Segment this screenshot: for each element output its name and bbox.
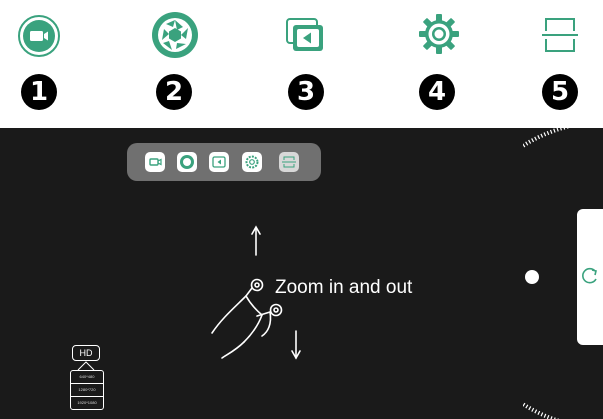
legend-item-2: 2 — [150, 10, 200, 110]
rotate-camera-icon[interactable] — [577, 262, 603, 292]
settings-gear-icon — [419, 14, 459, 54]
legend-number-1: 1 — [21, 74, 57, 110]
legend-number-3: 3 — [288, 74, 324, 110]
crop-frame-icon — [542, 18, 578, 52]
legend-item-1: 1 — [17, 10, 67, 110]
legend-item-5: 5 — [540, 10, 590, 110]
camera-screen: Zoom in and out HD 640*480 1280*720 1920… — [0, 128, 603, 419]
legend-row: 1 2 3 4 5 — [0, 0, 603, 126]
resolution-option[interactable]: 1280*720 — [71, 383, 103, 396]
legend-number-5: 5 — [542, 74, 578, 110]
resolution-option[interactable]: 640*480 — [71, 371, 103, 383]
legend-number-2: 2 — [156, 74, 192, 110]
hd-badge[interactable]: HD — [72, 345, 100, 361]
resolution-option[interactable]: 1920*1080 — [71, 396, 103, 409]
side-control-panel — [577, 209, 603, 345]
gallery-icon — [286, 18, 323, 51]
zoom-hint-label: Zoom in and out — [275, 277, 413, 298]
legend-item-4: 4 — [417, 10, 467, 110]
legend-number-4: 4 — [419, 74, 455, 110]
camera-shutter-icon — [152, 12, 198, 58]
resolution-list: 640*480 1280*720 1920*1080 — [70, 370, 104, 410]
video-camera-icon — [18, 15, 60, 57]
legend-item-3: 3 — [284, 10, 334, 110]
